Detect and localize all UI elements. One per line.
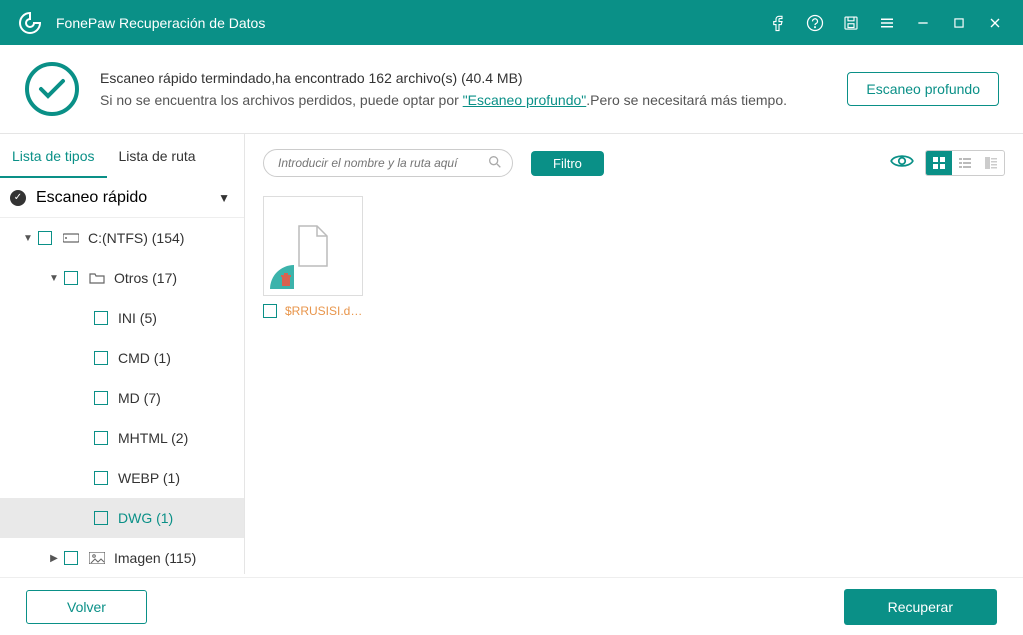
scan-mode-header[interactable]: ✓ Escaneo rápido ▼ xyxy=(0,178,244,218)
tree-node-drive[interactable]: C:(NTFS) (154) xyxy=(0,218,244,258)
tree-checkbox[interactable] xyxy=(64,271,78,285)
tree-checkbox[interactable] xyxy=(38,231,52,245)
image-icon xyxy=(88,552,106,564)
save-icon[interactable] xyxy=(833,0,869,45)
recover-button[interactable]: Recuperar xyxy=(844,589,997,625)
check-dot-icon: ✓ xyxy=(10,190,26,206)
deep-scan-button[interactable]: Escaneo profundo xyxy=(847,72,999,106)
expand-arrow-icon[interactable] xyxy=(18,232,38,244)
preview-icon[interactable] xyxy=(889,151,915,176)
tree-checkbox[interactable] xyxy=(94,431,108,445)
chevron-down-icon: ▼ xyxy=(218,191,230,205)
view-list-button[interactable] xyxy=(952,151,978,175)
scan-complete-icon xyxy=(24,61,80,117)
tab-path-list[interactable]: Lista de ruta xyxy=(107,134,208,178)
file-thumbnail[interactable] xyxy=(263,196,363,296)
menu-icon[interactable] xyxy=(869,0,905,45)
tree-node-md[interactable]: MD (7) xyxy=(0,378,244,418)
file-item[interactable]: $RRUSISI.dwg xyxy=(263,196,363,318)
filter-button[interactable]: Filtro xyxy=(531,151,604,176)
tree-node-webp[interactable]: WEBP (1) xyxy=(0,458,244,498)
tree-checkbox[interactable] xyxy=(94,471,108,485)
tree-node-imagen[interactable]: Imagen (115) xyxy=(0,538,244,574)
folder-icon xyxy=(88,272,106,284)
tree-node-ini[interactable]: INI (5) xyxy=(0,298,244,338)
tree-node-mhtml[interactable]: MHTML (2) xyxy=(0,418,244,458)
file-name-label: $RRUSISI.dwg xyxy=(285,304,363,318)
tree-node-cmd[interactable]: CMD (1) xyxy=(0,338,244,378)
search-icon[interactable] xyxy=(487,154,503,175)
scan-mode-label: Escaneo rápido xyxy=(36,189,147,207)
facebook-icon[interactable] xyxy=(761,0,797,45)
deep-scan-link[interactable]: "Escaneo profundo" xyxy=(463,92,587,108)
app-logo-icon xyxy=(18,11,42,35)
tab-type-list[interactable]: Lista de tipos xyxy=(0,134,107,178)
drive-icon xyxy=(62,232,80,244)
app-title: FonePaw Recuperación de Datos xyxy=(56,15,265,31)
tree-checkbox[interactable] xyxy=(94,351,108,365)
tree-checkbox[interactable] xyxy=(94,311,108,325)
help-icon[interactable] xyxy=(797,0,833,45)
close-button[interactable] xyxy=(977,0,1013,45)
status-hint: Si no se encuentra los archivos perdidos… xyxy=(100,92,847,108)
search-input[interactable] xyxy=(263,149,513,177)
file-checkbox[interactable] xyxy=(263,304,277,318)
minimize-button[interactable] xyxy=(905,0,941,45)
tree-node-otros[interactable]: Otros (17) xyxy=(0,258,244,298)
expand-arrow-icon[interactable] xyxy=(44,272,64,284)
back-button[interactable]: Volver xyxy=(26,590,147,624)
expand-arrow-icon[interactable] xyxy=(44,552,64,564)
view-detail-button[interactable] xyxy=(978,151,1004,175)
status-summary: Escaneo rápido termindado,ha encontrado … xyxy=(100,70,847,86)
tree-checkbox[interactable] xyxy=(94,511,108,525)
tree-node-dwg[interactable]: DWG (1) xyxy=(0,498,244,538)
document-icon xyxy=(295,224,331,268)
tree-checkbox[interactable] xyxy=(94,391,108,405)
deleted-badge-icon xyxy=(270,265,294,289)
tree-checkbox[interactable] xyxy=(64,551,78,565)
view-grid-button[interactable] xyxy=(926,151,952,175)
maximize-button[interactable] xyxy=(941,0,977,45)
